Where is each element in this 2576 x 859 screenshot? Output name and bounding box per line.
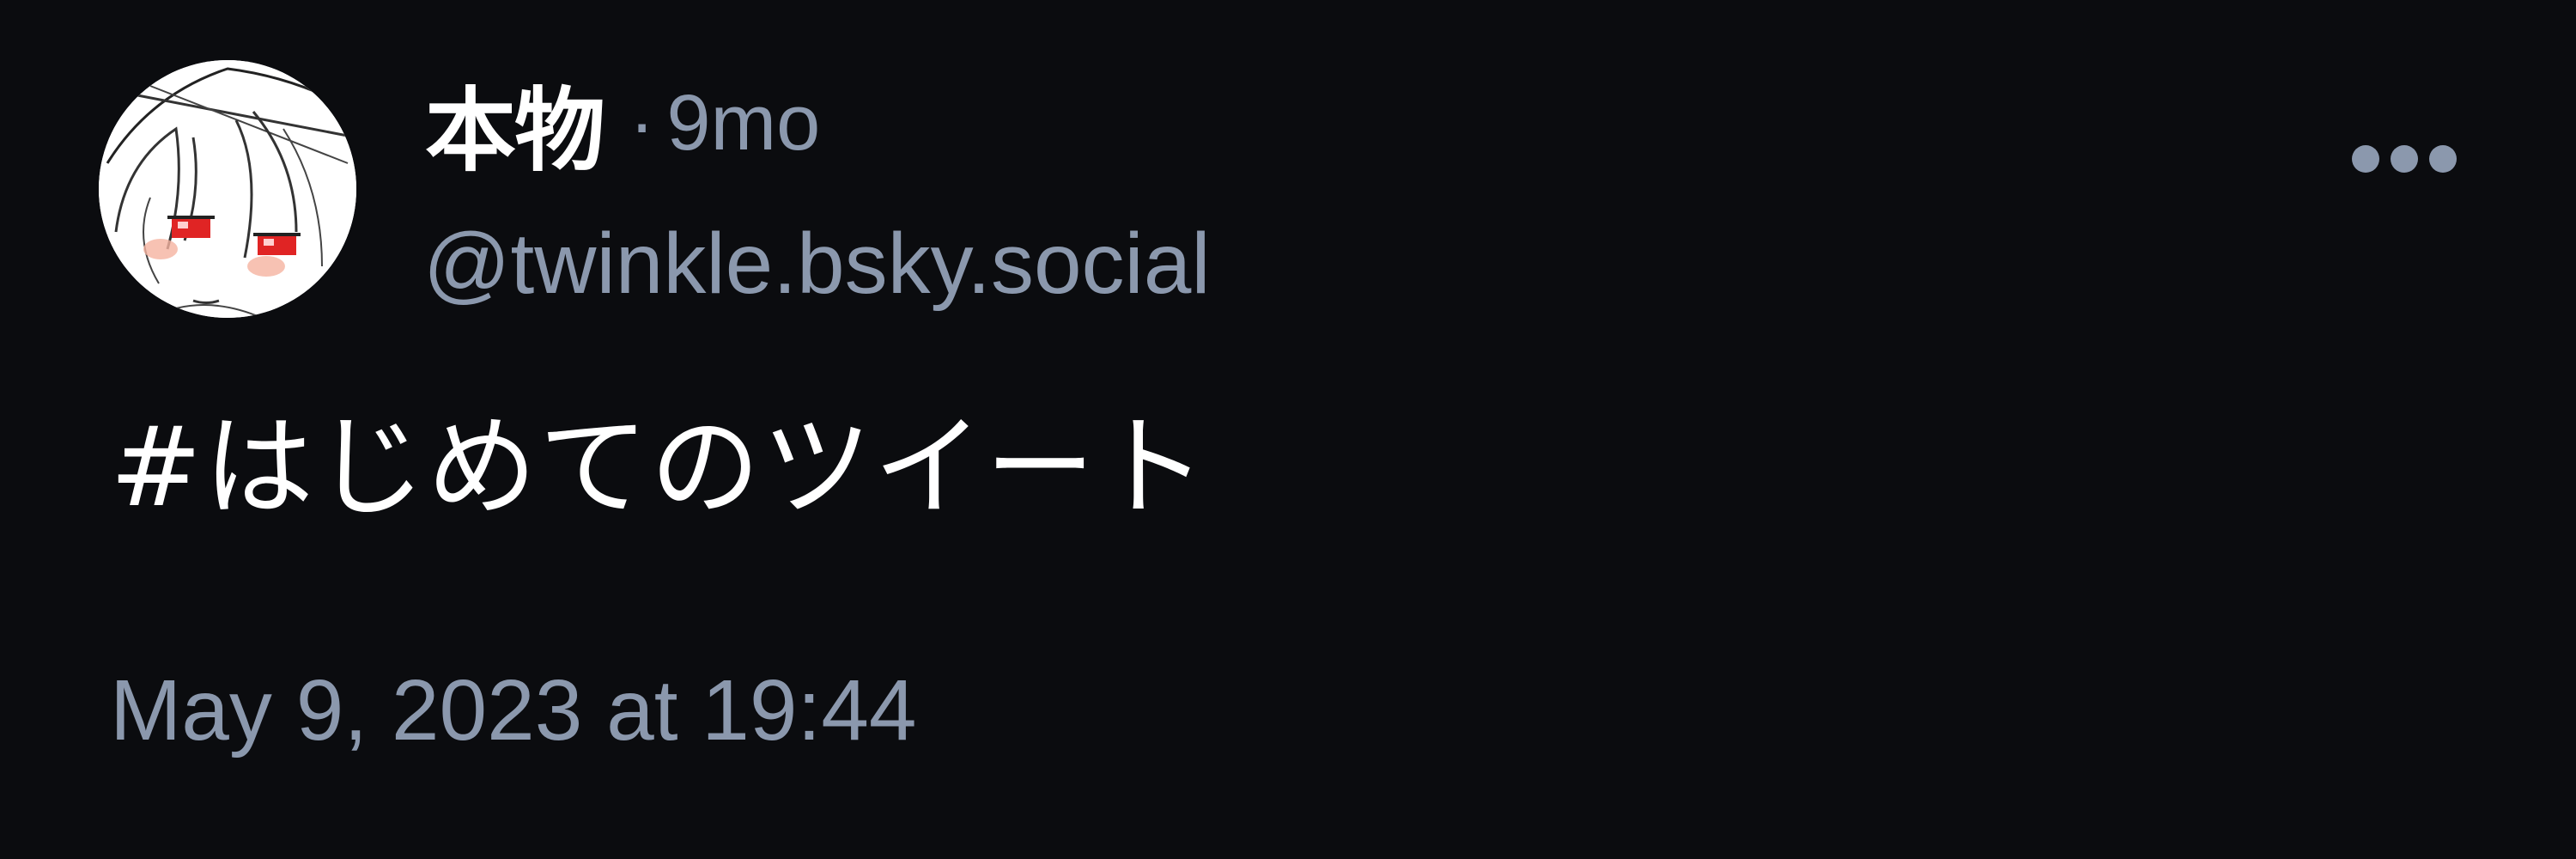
author-handle[interactable]: @twinkle.bsky.social xyxy=(423,215,1211,314)
relative-time[interactable]: 9mo xyxy=(666,78,820,168)
more-horizontal-icon xyxy=(2352,145,2457,173)
author-display-name[interactable]: 本物 xyxy=(425,57,605,189)
post-header: 本物 · 9mo xyxy=(425,67,820,184)
avatar[interactable] xyxy=(99,60,356,318)
post-timestamp: May 9, 2023 at 19:44 xyxy=(110,662,917,758)
post-text[interactable]: #はじめてのツイート xyxy=(110,378,1208,537)
post-card: 本物 · 9mo @twinkle.bsky.social #はじめてのツイート… xyxy=(0,0,2576,859)
header-separator: · xyxy=(629,80,655,165)
more-options-button[interactable] xyxy=(2344,129,2464,189)
avatar-image xyxy=(99,60,356,318)
